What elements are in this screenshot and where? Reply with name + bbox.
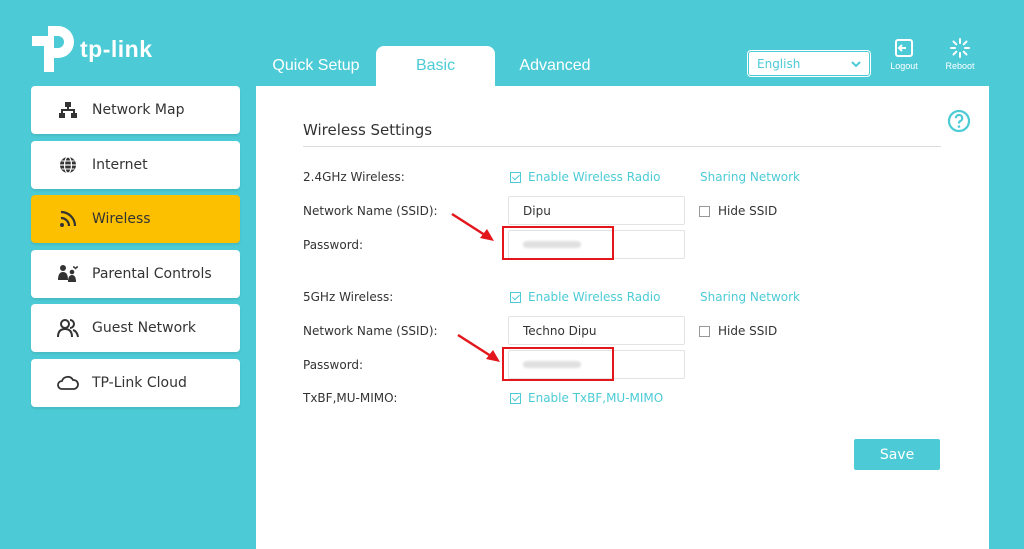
band24-enable-label: Enable Wireless Radio [528,170,661,184]
sidebar-item-label: Wireless [92,211,151,227]
tp-link-logo-icon [30,24,76,74]
page-title: Wireless Settings [303,121,433,139]
sidebar-item-wireless[interactable]: Wireless [31,195,240,243]
logout-label: Logout [890,61,918,71]
sidebar-item-label: Parental Controls [92,265,212,282]
band5-ssid-input[interactable]: Techno Dipu [508,316,685,345]
guest-icon [56,316,80,340]
reboot-button[interactable]: Reboot [940,38,980,71]
language-selected: English [757,56,801,71]
band5-sharing-network-link[interactable]: Sharing Network [700,290,800,304]
logout-icon [895,39,913,57]
annotation-highlight-box [502,347,614,381]
annotation-arrow-icon [451,212,494,241]
tab-quick-setup[interactable]: Quick Setup [256,46,376,86]
sidebar-item-label: Network Map [92,102,185,118]
reboot-label: Reboot [945,61,975,71]
logout-button[interactable]: Logout [884,38,924,71]
sidebar-item-tp-link-cloud[interactable]: TP-Link Cloud [31,358,240,407]
mimo-enable-label: Enable TxBF,MU-MIMO [528,391,664,405]
band24-enable-radio[interactable]: Enable Wireless Radio [510,170,660,184]
save-button[interactable]: Save [854,439,940,470]
band5-hide-ssid-label: Hide SSID [718,324,778,338]
parental-icon [56,262,80,286]
sidebar-item-internet[interactable]: Internet [31,140,240,189]
band24-ssid-label: Network Name (SSID): [303,204,438,218]
band5-hide-ssid[interactable]: Hide SSID [699,324,777,338]
band5-enable-label: Enable Wireless Radio [528,290,661,304]
band24-password-label: Password: [303,238,364,252]
brand-name: tp-link [80,35,153,62]
sidebar-item-guest-network[interactable]: Guest Network [31,304,240,352]
mimo-label: TxBF,MU-MIMO: [303,391,398,405]
tab-advanced[interactable]: Advanced [495,46,615,86]
sidebar-item-label: Guest Network [92,320,197,336]
band5-enable-checkbox[interactable] [510,291,521,303]
band24-enable-checkbox[interactable] [510,171,521,183]
band24-sharing-network-link[interactable]: Sharing Network [700,170,800,184]
band24-hide-ssid-checkbox[interactable] [699,205,710,217]
band24-ssid-input[interactable]: Dipu [508,196,685,225]
band5-enable-radio[interactable]: Enable Wireless Radio [510,290,660,304]
main-tabs: Quick Setup Basic Advanced [256,46,615,86]
mimo-enable[interactable]: Enable TxBF,MU-MIMO [510,391,663,405]
band24-hide-ssid-label: Hide SSID [718,204,778,218]
band24-hide-ssid[interactable]: Hide SSID [699,204,777,218]
tp-link-logo: tp-link [30,24,153,74]
main-panel: Wireless Settings 2.4GHz Wireless: Enabl… [256,86,989,549]
globe-icon [56,153,80,177]
band5-ssid-label: Network Name (SSID): [303,324,438,338]
band5-ssid-value: Techno Dipu [523,323,597,338]
reboot-icon [950,38,970,58]
band24-label: 2.4GHz Wireless: [303,170,405,184]
help-icon[interactable] [947,109,971,133]
annotation-arrow-icon [457,333,500,362]
sidebar-item-network-map[interactable]: Network Map [31,86,240,134]
sidebar: Network Map Internet Wireless Parental C… [31,86,240,413]
divider [303,146,941,147]
language-select[interactable]: English [748,51,870,76]
wifi-icon [56,207,80,231]
sidebar-item-parental-controls[interactable]: Parental Controls [31,249,240,298]
cloud-icon [56,371,80,395]
network-map-icon [56,98,80,122]
chevron-down-icon [851,60,861,67]
annotation-highlight-box [502,226,614,260]
tab-basic[interactable]: Basic [376,46,495,86]
band5-password-label: Password: [303,358,364,372]
band24-ssid-value: Dipu [523,203,551,218]
mimo-enable-checkbox[interactable] [510,392,521,404]
band5-label: 5GHz Wireless: [303,290,394,304]
sidebar-item-label: Internet [92,156,148,173]
sidebar-item-label: TP-Link Cloud [92,374,187,391]
band5-hide-ssid-checkbox[interactable] [699,325,710,337]
